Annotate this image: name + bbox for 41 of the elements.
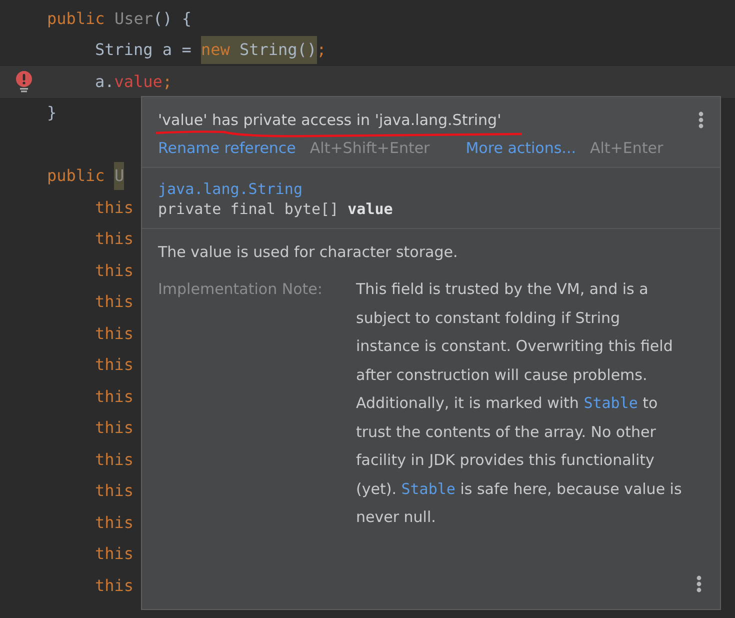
shortcut-label: Alt+Enter xyxy=(590,139,664,157)
code-token: this xyxy=(95,543,134,566)
code-token: ; xyxy=(162,70,172,93)
code-token: a. xyxy=(95,70,114,93)
action-link[interactable]: More actions... xyxy=(466,139,576,157)
code-token: U xyxy=(114,162,124,190)
more-options-icon[interactable] xyxy=(698,111,704,129)
action-link[interactable]: Rename reference xyxy=(158,139,296,157)
stable-link[interactable]: Stable xyxy=(584,394,638,412)
shortcut-label: Alt+Shift+Enter xyxy=(310,139,430,157)
code-token: ; xyxy=(316,39,326,62)
code-token: this xyxy=(95,260,134,282)
code-token: this xyxy=(95,574,134,597)
note-text: This field is trusted by the VM, and is a subject to constant folding if String instance is constant. Overwriting this field after construction will cause problems. Additionally, it is marked with Stable to trust the contents of the array. No other facility in JDK provides this functionality (yet). Stable is safe here, because value is never null. xyxy=(356,279,682,528)
code-token: this xyxy=(95,417,134,440)
code-token: String() xyxy=(230,36,317,64)
code-token: this xyxy=(95,386,134,408)
code-token: this xyxy=(95,196,134,219)
code-token: this xyxy=(95,322,134,345)
field-signature: private final byte[] value xyxy=(158,200,394,218)
more-options-icon[interactable] xyxy=(696,575,702,593)
code-token: public xyxy=(47,8,106,30)
code-token: this xyxy=(95,291,134,314)
code-token: public xyxy=(47,165,106,188)
error-bulb-icon[interactable] xyxy=(14,70,32,93)
code-token: this xyxy=(95,512,134,534)
code-token: User xyxy=(114,8,153,30)
code-token: } xyxy=(47,102,57,124)
note-label: Implementation Note: xyxy=(158,279,324,300)
code-token: this xyxy=(95,480,134,502)
stable-link[interactable]: Stable xyxy=(401,480,456,498)
code-token: String a = xyxy=(95,39,192,62)
error-message: 'value' has private access in 'java.lang.String' xyxy=(158,111,502,129)
description-text: The value is used for character storage. xyxy=(158,243,459,261)
code-token: new xyxy=(200,36,230,64)
code-token: () { xyxy=(152,8,192,30)
code-token: value xyxy=(114,70,162,93)
class-name: java.lang.String xyxy=(158,180,304,198)
code-token: this xyxy=(95,354,134,376)
code-token: this xyxy=(95,448,134,471)
code-token: this xyxy=(95,228,134,250)
